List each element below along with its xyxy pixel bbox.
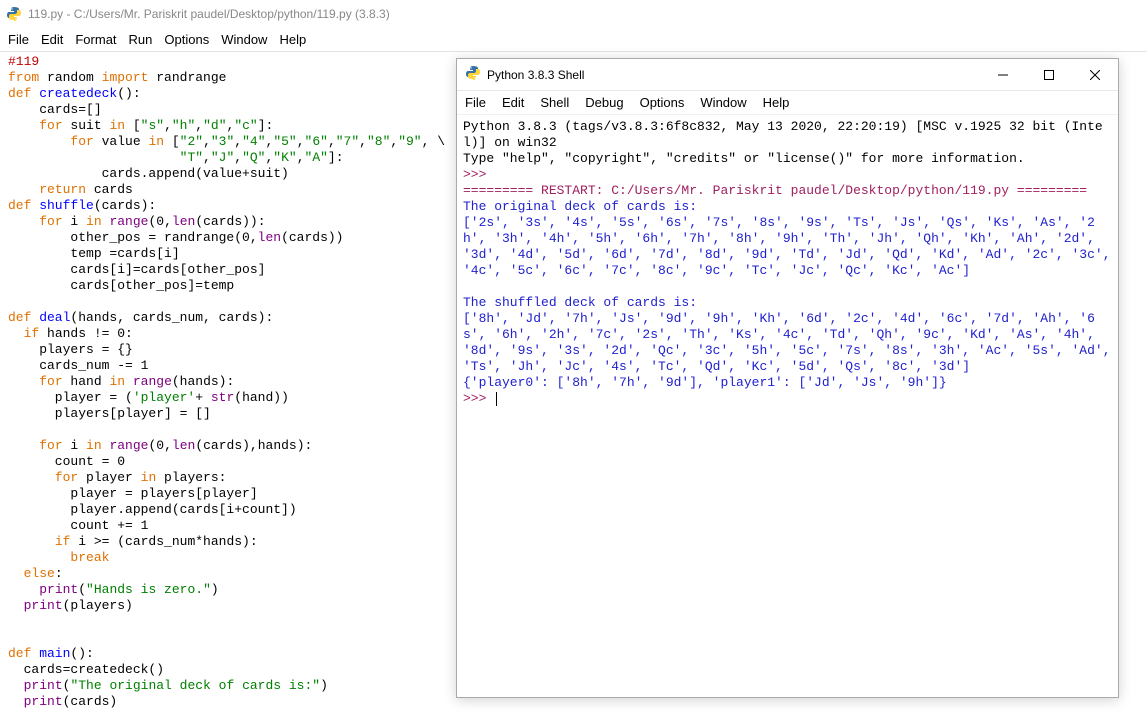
shell-menu-window[interactable]: Window: [700, 93, 762, 112]
shell-title: Python 3.8.3 Shell: [487, 68, 584, 82]
shell-titlebar[interactable]: Python 3.8.3 Shell: [457, 59, 1118, 91]
idle-shell-window: Python 3.8.3 Shell File Edit Shell Debug…: [456, 58, 1119, 698]
menu-run[interactable]: Run: [129, 30, 165, 49]
shell-prompt: >>>: [463, 391, 494, 406]
python-icon: [6, 6, 22, 22]
editor-menubar: File Edit Format Run Options Window Help: [0, 28, 1147, 52]
shell-menu-options[interactable]: Options: [640, 93, 701, 112]
text-cursor: [496, 392, 497, 406]
shell-menubar: File Edit Shell Debug Options Window Hel…: [457, 91, 1118, 115]
shell-menu-edit[interactable]: Edit: [502, 93, 540, 112]
close-button[interactable]: [1072, 59, 1118, 91]
shell-stdout-line: The shuffled deck of cards is:: [463, 295, 697, 310]
menu-edit[interactable]: Edit: [41, 30, 75, 49]
shell-output[interactable]: Python 3.8.3 (tags/v3.8.3:6f8c832, May 1…: [457, 115, 1118, 411]
shell-stdout-line: ['2s', '3s', '4s', '5s', '6s', '7s', '8s…: [463, 215, 1118, 278]
editor-titlebar: 119.py - C:/Users/Mr. Pariskrit paudel/D…: [0, 0, 1147, 28]
menu-options[interactable]: Options: [164, 30, 221, 49]
shell-prompt: >>>: [463, 167, 494, 182]
shell-stdout-line: {'player0': ['8h', '7h', '9d'], 'player1…: [463, 375, 947, 390]
python-icon: [465, 65, 481, 84]
shell-stdout-line: The original deck of cards is:: [463, 199, 697, 214]
maximize-button[interactable]: [1026, 59, 1072, 91]
editor-title: 119.py - C:/Users/Mr. Pariskrit paudel/D…: [28, 7, 390, 21]
shell-menu-debug[interactable]: Debug: [585, 93, 639, 112]
shell-menu-shell[interactable]: Shell: [540, 93, 585, 112]
shell-restart-line: ========= RESTART: C:/Users/Mr. Pariskri…: [463, 183, 1087, 198]
menu-window[interactable]: Window: [221, 30, 279, 49]
menu-file[interactable]: File: [8, 30, 41, 49]
window-controls: [980, 59, 1118, 91]
shell-banner: Python 3.8.3 (tags/v3.8.3:6f8c832, May 1…: [463, 119, 1103, 150]
shell-menu-help[interactable]: Help: [763, 93, 806, 112]
minimize-button[interactable]: [980, 59, 1026, 91]
shell-menu-file[interactable]: File: [465, 93, 502, 112]
menu-help[interactable]: Help: [279, 30, 318, 49]
menu-format[interactable]: Format: [75, 30, 128, 49]
shell-stdout-line: ['8h', 'Jd', '7h', 'Js', '9d', '9h', 'Kh…: [463, 311, 1118, 374]
